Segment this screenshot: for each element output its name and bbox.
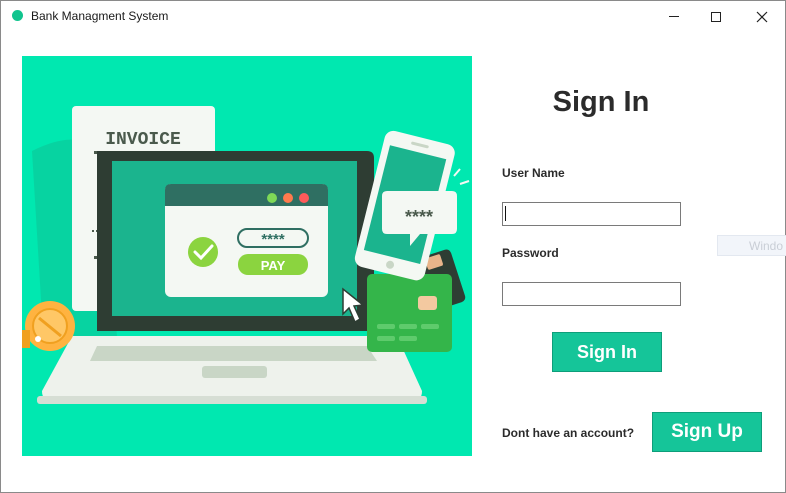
maximize-button[interactable]	[693, 1, 739, 32]
password-input[interactable]	[502, 282, 681, 306]
payment-card: **** PAY	[165, 184, 328, 297]
app-window: Bank Managment System INVOICE **** PAY *…	[0, 0, 786, 493]
account-prompt: Dont have an account?	[502, 426, 635, 440]
maximize-icon	[711, 11, 721, 22]
close-icon	[756, 11, 768, 22]
minimize-icon	[669, 16, 679, 17]
payment-illustration: INVOICE **** PAY ****	[22, 56, 472, 456]
app-icon	[12, 10, 23, 21]
minimize-button[interactable]	[651, 1, 697, 32]
sign-in-heading: Sign In	[552, 86, 650, 118]
window-title: Bank Managment System	[31, 9, 169, 23]
pay-label: PAY	[261, 258, 286, 273]
password-label: Password	[502, 246, 559, 260]
username-label: User Name	[502, 166, 565, 180]
invoice-label: INVOICE	[105, 130, 181, 150]
coin	[22, 301, 75, 351]
card-password-mask: ****	[261, 231, 285, 248]
sign-up-button[interactable]: Sign Up	[652, 412, 762, 452]
title-bar[interactable]: Bank Managment System	[1, 1, 785, 32]
background-window-fragment: Windo	[717, 235, 786, 256]
username-input[interactable]	[502, 202, 681, 226]
close-button[interactable]	[739, 1, 785, 32]
text-caret	[505, 206, 506, 221]
payment-illustration-graphic: INVOICE **** PAY ****	[22, 106, 470, 404]
sign-in-button[interactable]: Sign In	[552, 332, 662, 372]
phone-password-mask: ****	[405, 207, 433, 227]
